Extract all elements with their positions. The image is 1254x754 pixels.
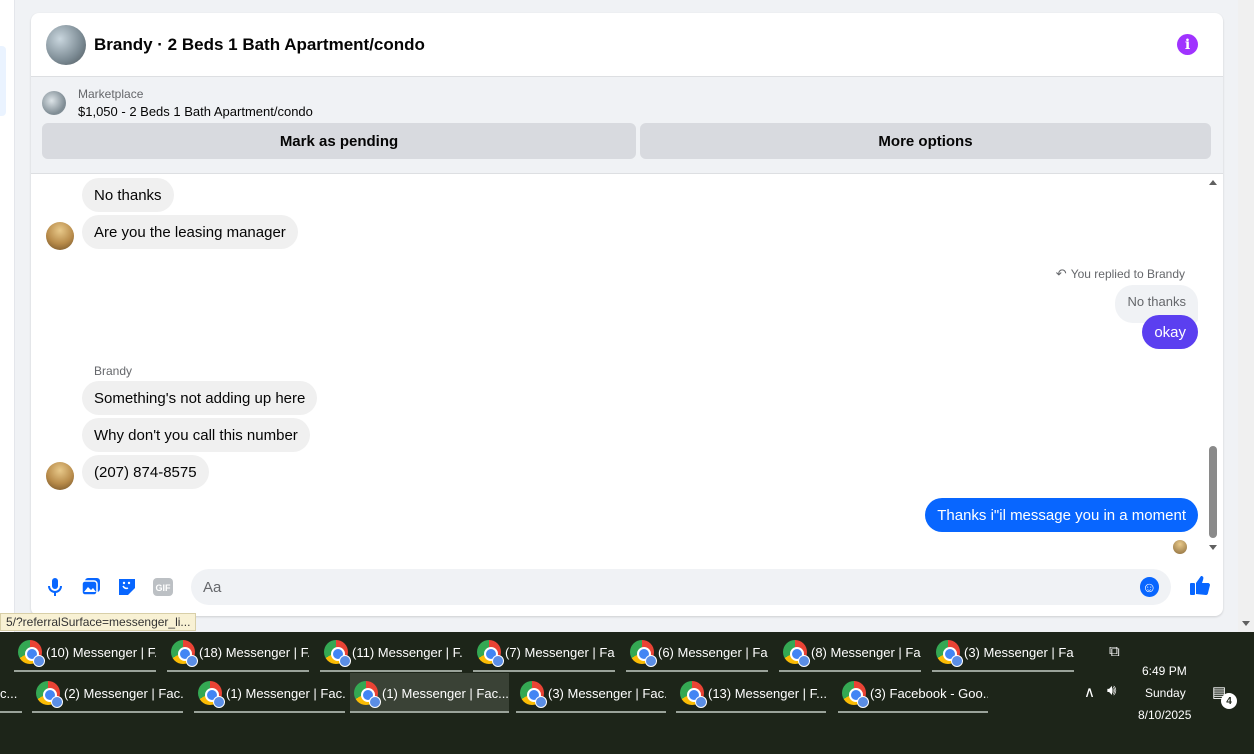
taskbar-window[interactable]: (2) Messenger | Fac... [32, 673, 183, 713]
gif-label: GIF [156, 583, 172, 593]
gif-icon[interactable]: GIF [151, 575, 175, 599]
message-bubble[interactable]: (207) 874-8575 [82, 455, 209, 489]
photo-icon[interactable] [79, 575, 103, 599]
emoji-icon[interactable]: ☺ [1139, 577, 1159, 597]
message-bubble-outgoing[interactable]: okay [1142, 315, 1198, 349]
message-bubble[interactable]: No thanks [82, 178, 174, 212]
conversation-title[interactable]: Brandy · 2 Beds 1 Bath Apartment/condo [94, 35, 425, 55]
chat-scroll-down-arrow[interactable] [1209, 545, 1217, 550]
message-composer: GIF ☺ [31, 567, 1223, 607]
sticker-icon[interactable] [115, 575, 139, 599]
sender-name: Brandy [94, 364, 133, 378]
listing-title[interactable]: $1,050 - 2 Beds 1 Bath Apartment/condo [78, 104, 313, 119]
chat-scroll-up-arrow[interactable] [1209, 180, 1217, 185]
chat-scroll-thumb[interactable] [1209, 446, 1217, 538]
clock-time[interactable]: 6:49 PM [1142, 664, 1187, 678]
chrome-icon [783, 640, 810, 667]
page-scroll-down-arrow[interactable] [1242, 621, 1250, 626]
taskbar-window[interactable]: (3) Messenger | Fa... [932, 632, 1074, 672]
taskbar-window[interactable]: (1) Messenger | Fac... [194, 673, 345, 713]
windows-taskbar: (10) Messenger | F... (18) Messenger | F… [0, 632, 1254, 754]
chevron-up-icon[interactable]: ∧ [1084, 683, 1095, 701]
sender-avatar[interactable] [46, 462, 74, 490]
taskbar-window[interactable]: (3) Messenger | Fac... [516, 673, 666, 713]
reply-icon: ↶ [1055, 266, 1067, 281]
taskbar-window[interactable]: (3) Facebook - Goo... [838, 673, 988, 713]
screen-share-icon[interactable]: ⧉ [1109, 643, 1120, 660]
taskbar-window-label: (3) Messenger | Fac... [548, 685, 666, 701]
message-bubble-outgoing[interactable]: Thanks i"il message you in a moment [925, 498, 1198, 532]
more-options-button[interactable]: More options [640, 123, 1211, 159]
chrome-icon [18, 640, 45, 667]
message-input-wrapper[interactable]: ☺ [191, 569, 1171, 605]
taskbar-window-label: (8) Messenger | Fa... [811, 644, 921, 660]
info-icon[interactable]: i [1177, 34, 1198, 55]
taskbar-window-label: (6) Messenger | Fa... [658, 644, 768, 660]
chrome-icon [36, 681, 63, 708]
chrome-icon [324, 640, 351, 667]
conversation-avatar[interactable] [46, 24, 86, 65]
chrome-icon [477, 640, 504, 667]
taskbar-window[interactable]: (11) Messenger | F... [320, 632, 462, 672]
message-bubble[interactable]: Are you the leasing manager [82, 215, 298, 249]
taskbar-window-label: (7) Messenger | Fa... [505, 644, 615, 660]
message-list: No thanks Are you the leasing manager ↶ … [31, 174, 1223, 554]
taskbar-window[interactable]: (8) Messenger | Fa... [779, 632, 921, 672]
chrome-icon [680, 681, 707, 708]
taskbar-window-label: (18) Messenger | F... [199, 644, 309, 660]
sender-avatar[interactable] [46, 222, 74, 250]
chrome-icon [630, 640, 657, 667]
chrome-icon [520, 681, 547, 708]
message-input[interactable] [203, 578, 1134, 596]
taskbar-window[interactable]: (13) Messenger | F... [676, 673, 826, 713]
marketplace-banner: Marketplace $1,050 - 2 Beds 1 Bath Apart… [31, 77, 1223, 174]
reply-indicator-label: You replied to Brandy [1070, 267, 1185, 281]
page-scrollbar[interactable] [1238, 0, 1254, 632]
taskbar-window-label: (1) Messenger | Fac... [226, 685, 345, 701]
chrome-icon [936, 640, 963, 667]
chat-window: Brandy · 2 Beds 1 Bath Apartment/condo i… [31, 13, 1223, 616]
microphone-icon[interactable] [43, 575, 67, 599]
message-bubble[interactable]: Something's not adding up here [82, 381, 318, 415]
taskbar-window-active[interactable]: (1) Messenger | Fac... [350, 673, 509, 713]
taskbar-window[interactable]: (6) Messenger | Fa... [626, 632, 768, 672]
clock-day[interactable]: Sunday [1145, 686, 1186, 700]
chrome-icon [842, 681, 869, 708]
mark-as-pending-button[interactable]: Mark as pending [42, 123, 636, 159]
taskbar-window[interactable]: (18) Messenger | F... [167, 632, 309, 672]
taskbar-window-label: (2) Messenger | Fac... [64, 685, 183, 701]
chat-header: Brandy · 2 Beds 1 Bath Apartment/condo i [31, 13, 1223, 77]
taskbar-window-label: (3) Facebook - Goo... [870, 685, 988, 701]
status-bar-url: 5/?referralSurface=messenger_li... [0, 613, 197, 631]
message-bubble[interactable]: Why don't you call this number [82, 418, 310, 452]
marketplace-label: Marketplace [78, 87, 144, 101]
taskbar-window-label: (11) Messenger | F... [352, 644, 462, 660]
chrome-icon [354, 681, 381, 708]
taskbar-window-label: (1) Messenger | Fac... [382, 685, 509, 701]
taskbar-window-label: (10) Messenger | F... [46, 644, 156, 660]
thumbs-up-icon[interactable] [1189, 574, 1211, 601]
taskbar-window[interactable]: (10) Messenger | F... [14, 632, 156, 672]
taskbar-window-label: c... [0, 685, 18, 701]
left-panel-edge [0, 0, 15, 632]
taskbar-window[interactable]: c... [0, 673, 22, 713]
clock-date[interactable]: 8/10/2025 [1138, 708, 1191, 722]
chat-scrollbar[interactable] [1208, 176, 1218, 556]
listing-thumbnail[interactable] [42, 91, 66, 115]
chrome-icon [198, 681, 225, 708]
notification-count-badge: 4 [1221, 693, 1237, 709]
chrome-icon [171, 640, 198, 667]
taskbar-window[interactable]: (7) Messenger | Fa... [473, 632, 615, 672]
taskbar-window-label: (13) Messenger | F... [708, 685, 826, 701]
left-panel-highlight [0, 46, 6, 116]
reply-indicator: ↶ You replied to Brandy [1056, 266, 1185, 282]
seen-receipt-avatar [1173, 540, 1187, 554]
taskbar-window-label: (3) Messenger | Fa... [964, 644, 1074, 660]
volume-icon[interactable]: 🔊︎ [1107, 682, 1116, 699]
